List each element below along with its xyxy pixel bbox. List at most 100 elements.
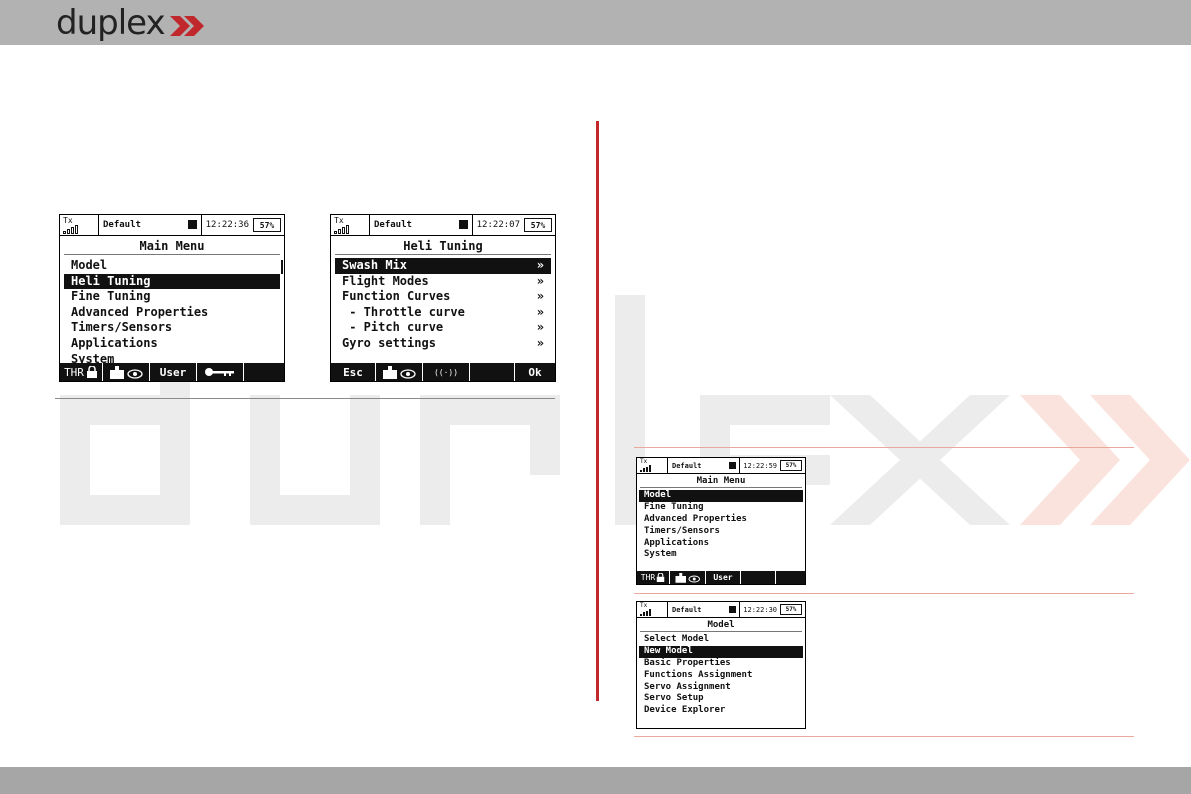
screen-title: Main Menu: [640, 474, 802, 488]
signal-bars-icon: [640, 609, 664, 616]
record-icon: [729, 462, 737, 469]
menu-item-timers-sensors[interactable]: Timers/Sensors: [639, 526, 803, 538]
scrollbar[interactable]: [281, 260, 283, 274]
servo-eye-icon: [110, 366, 143, 379]
menu-item-timers-sensors[interactable]: Timers/Sensors: [64, 320, 280, 336]
menu-item-swash-mix[interactable]: Swash Mix»: [335, 258, 551, 274]
status-bar: Tx Default 12:22:59 57%: [637, 458, 805, 474]
screen-title: Main Menu: [64, 236, 280, 255]
user-button[interactable]: User: [150, 363, 197, 381]
menu-item-gyro-settings[interactable]: Gyro settings»: [335, 336, 551, 352]
record-icon: [729, 606, 737, 613]
esc-button[interactable]: Esc: [331, 363, 376, 381]
clock: 12:22:36: [200, 215, 253, 235]
menu-item-system[interactable]: System: [639, 549, 803, 561]
screen-main-menu: Tx Default 12:22:36 57% Main Menu Model …: [59, 214, 285, 382]
menu-item-applications[interactable]: Applications: [64, 336, 280, 352]
profile-name: Default: [672, 605, 702, 614]
screen-title: Model: [640, 618, 802, 632]
screen-title: Heli Tuning: [335, 236, 551, 255]
screen-heli-tuning: Tx Default 12:22:07 57% Heli Tuning Swas…: [330, 214, 556, 382]
logo-wordmark: duplex: [56, 4, 165, 42]
signal-bars-icon: [63, 224, 95, 234]
clock: 12:22:59: [739, 458, 780, 473]
column-divider: [596, 121, 599, 701]
menu-item-throttle-curve[interactable]: - Throttle curve»: [335, 305, 551, 321]
status-bar: Tx Default 12:22:07 57%: [331, 215, 555, 236]
duplex-logo: duplex: [56, 4, 204, 42]
menu-item-heli-tuning[interactable]: Heli Tuning: [64, 273, 280, 290]
chevron-right-icon: »: [536, 289, 544, 304]
chevron-right-icon: »: [536, 304, 544, 319]
battery-icon: 57%: [524, 215, 555, 235]
menu-item-fine-tuning[interactable]: Fine Tuning: [64, 289, 280, 305]
screen-model-menu: Tx Default 12:22:30 57% Model Select Mod…: [636, 601, 806, 729]
empty-softkey[interactable]: [741, 571, 776, 584]
menu-item-servo-setup[interactable]: Servo Setup: [639, 693, 803, 705]
softkey-bar: THR User: [60, 363, 284, 381]
ok-button[interactable]: Ok: [515, 363, 555, 381]
user-button[interactable]: User: [706, 571, 741, 584]
menu-item-pitch-curve[interactable]: - Pitch curve»: [335, 320, 551, 336]
battery-icon: 57%: [253, 215, 284, 235]
sensor-view-button[interactable]: [670, 571, 706, 584]
menu-item-new-model[interactable]: New Model: [639, 645, 803, 658]
battery-icon: 57%: [780, 458, 805, 473]
chevron-right-icon: »: [536, 335, 544, 350]
empty-softkey[interactable]: [470, 363, 515, 381]
empty-softkey[interactable]: [244, 363, 284, 381]
menu-item-model[interactable]: Model: [64, 258, 280, 274]
servo-eye-icon: [675, 573, 700, 583]
sensor-view-button[interactable]: [103, 363, 150, 381]
clock: 12:22:07: [471, 215, 524, 235]
menu-item-basic-properties[interactable]: Basic Properties: [639, 658, 803, 670]
chevron-right-icon: »: [536, 258, 544, 272]
menu-item-flight-modes[interactable]: Flight Modes»: [335, 274, 551, 290]
table-rule-bottom: [634, 736, 1134, 737]
header-bar: duplex: [0, 0, 1191, 45]
menu-item-functions-assignment[interactable]: Functions Assignment: [639, 670, 803, 682]
lock-icon: [86, 366, 97, 378]
table-rule-top: [634, 447, 1134, 448]
record-icon: [187, 220, 197, 229]
key-icon: [205, 368, 234, 376]
servo-eye-icon: [383, 366, 416, 379]
record-icon: [458, 220, 468, 229]
lock-icon: [656, 573, 665, 582]
footer-bar: [0, 767, 1191, 794]
thr-lock-button[interactable]: THR: [60, 363, 103, 381]
softkey-bar: Esc ((·)) Ok: [331, 363, 555, 381]
menu-item-device-explorer[interactable]: Device Explorer: [639, 705, 803, 717]
wireless-button[interactable]: ((·)): [423, 363, 470, 381]
screen-main-menu-small: Tx Default 12:22:59 57% Main Menu Model …: [636, 457, 806, 585]
table-rule-mid: [634, 593, 1134, 594]
thr-lock-button[interactable]: THR: [637, 571, 670, 584]
battery-icon: 57%: [780, 602, 805, 617]
status-bar: Tx Default 12:22:36 57%: [60, 215, 284, 236]
profile-name: Default: [374, 220, 412, 230]
menu-item-advanced-properties[interactable]: Advanced Properties: [639, 514, 803, 526]
profile-name: Default: [672, 461, 702, 470]
empty-softkey[interactable]: [776, 571, 805, 584]
menu-item-servo-assignment[interactable]: Servo Assignment: [639, 682, 803, 694]
signal-indicator: Tx: [60, 215, 99, 235]
sensor-view-button[interactable]: [376, 363, 423, 381]
signal-indicator: Tx: [637, 458, 668, 473]
clock: 12:22:30: [739, 602, 780, 617]
signal-indicator: Tx: [331, 215, 370, 235]
menu-item-select-model[interactable]: Select Model: [639, 634, 803, 646]
menu-item-function-curves[interactable]: Function Curves»: [335, 289, 551, 305]
signal-bars-icon: [640, 465, 664, 472]
signal-indicator: Tx: [637, 602, 668, 617]
profile-name: Default: [103, 220, 141, 230]
chevron-right-icon: »: [536, 320, 544, 335]
figure-rule: [55, 398, 555, 399]
menu-item-model[interactable]: Model: [639, 490, 803, 502]
key-button[interactable]: [197, 363, 244, 381]
signal-bars-icon: [334, 224, 366, 234]
menu-item-fine-tuning[interactable]: Fine Tuning: [639, 502, 803, 514]
menu-item-applications[interactable]: Applications: [639, 538, 803, 550]
status-bar: Tx Default 12:22:30 57%: [637, 602, 805, 618]
chevron-right-icon: »: [536, 273, 544, 288]
menu-item-advanced-properties[interactable]: Advanced Properties: [64, 305, 280, 321]
